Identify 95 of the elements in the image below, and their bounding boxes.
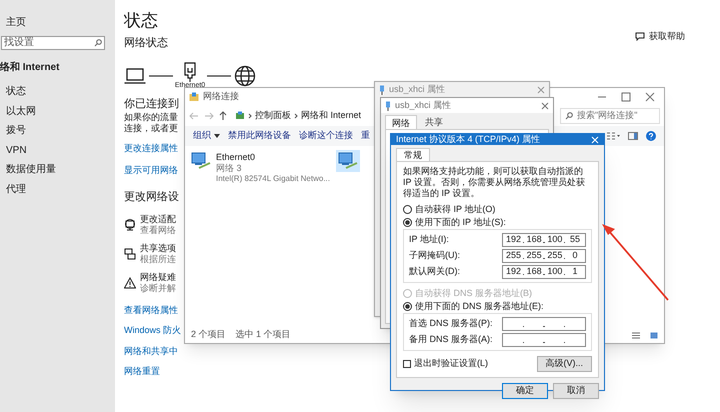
field-label: 子网掩码(U): — [409, 249, 460, 262]
connection-line — [207, 74, 231, 78]
maximize-icon[interactable] — [621, 92, 631, 102]
window-title: usb_xhci 属性 — [389, 84, 446, 95]
network-adapter-item[interactable]: Ethernet0 网络 3 Intel(R) 82574L Gigabit Netwo... — [189, 150, 332, 186]
help-icon[interactable] — [646, 131, 656, 141]
status-text: 2 个项目 — [191, 328, 226, 342]
section-title: 网络状态 — [124, 36, 168, 51]
option-title[interactable]: 共享选项 — [140, 242, 176, 254]
address-bar[interactable]: 控制面板 网络和 Internet — [232, 108, 364, 124]
preview-pane-icon[interactable] — [628, 132, 638, 140]
breadcrumb-item[interactable]: 控制面板 — [255, 109, 291, 123]
close-icon[interactable] — [537, 86, 545, 94]
ip-address-field[interactable] — [502, 317, 586, 331]
page-title: 状态 — [124, 11, 158, 31]
link[interactable]: 更改连接属性 — [124, 142, 178, 156]
adapter-name: Ethernet0 — [216, 152, 256, 163]
window-title: 网络连接 — [203, 90, 239, 104]
ip-address-field[interactable]: 192 168 100 55 — [502, 233, 586, 247]
ok-button[interactable]: 确定 — [502, 383, 548, 399]
close-icon[interactable] — [541, 102, 549, 110]
chevron-right-icon — [294, 113, 298, 119]
details-view-icon[interactable] — [632, 332, 640, 338]
chevron-right-icon — [248, 113, 252, 119]
sidebar-item[interactable]: VPN — [0, 140, 27, 160]
option-title[interactable]: 网络疑难 — [140, 272, 176, 282]
sidebar-item[interactable]: 状态 — [0, 82, 26, 102]
status-text: 选中 1 个项目 — [236, 328, 291, 342]
toolbar-button[interactable]: 重 — [361, 129, 370, 143]
toolbar-button[interactable]: 诊断这个连接 — [299, 129, 353, 143]
ip-address-field[interactable]: 192 168 100 1 — [502, 265, 586, 279]
advanced-button[interactable]: 高级(V)... — [536, 356, 592, 372]
link[interactable]: 显示可用网络 — [124, 164, 178, 177]
dialog-title: Internet 协议版本 4 (TCP/IPv4) 属性 — [396, 134, 540, 145]
ethernet-port-icon — [184, 62, 196, 82]
description-text: 如果你的流量 — [124, 112, 178, 123]
ip-address-field[interactable]: 255 255 255 0 — [502, 249, 586, 263]
radio-button[interactable]: 使用下面的 DNS 服务器地址(E): — [403, 300, 544, 313]
tab[interactable]: 共享 — [419, 115, 449, 129]
close-icon[interactable] — [645, 92, 655, 102]
checkbox[interactable]: 退出时验证设置(L) — [403, 357, 488, 371]
adapter-network: 网络 3 — [216, 163, 242, 174]
view-options-icon[interactable] — [606, 132, 620, 140]
search-field[interactable]: 找设置 — [1, 36, 105, 50]
sidebar-item[interactable]: 数据使用量 — [0, 160, 56, 180]
description-text: 如果网络支持此功能，则可以获取自动指派的 IP 设置。否则，你需要从网络系统管理员处获得适当的 IP 设置。 — [403, 166, 586, 199]
radio-button[interactable]: 自动获得 IP 地址(O) — [403, 203, 496, 216]
link[interactable]: 获取帮助 — [649, 30, 685, 44]
option-title[interactable]: 更改适配 — [140, 214, 176, 224]
control-panel-icon — [235, 111, 245, 121]
troubleshoot-icon — [124, 276, 136, 288]
network-adapter-item[interactable] — [336, 150, 360, 172]
toolbar-button[interactable]: 组织 — [193, 129, 220, 143]
link[interactable]: 网络和共享中 — [124, 344, 178, 358]
field-label: 默认网关(D): — [409, 265, 460, 278]
up-arrow-icon[interactable] — [219, 111, 227, 121]
section-title: 络和 Internet — [0, 60, 60, 75]
field-label: IP 地址(I): — [409, 233, 449, 246]
network-folder-icon — [189, 92, 199, 102]
sidebar-item[interactable]: 主页 — [0, 14, 26, 32]
link[interactable]: 网络重置 — [124, 365, 160, 378]
caret-icon — [214, 134, 220, 138]
window-title: usb_xhci 属性 — [395, 100, 452, 111]
option-description: 根据所连 — [140, 254, 176, 264]
description-text: 连接，或者更 — [124, 123, 178, 134]
connection-line — [149, 74, 173, 78]
section-heading: 更改网络设 — [124, 190, 179, 205]
link[interactable]: Windows 防火 — [124, 324, 182, 338]
sidebar-item[interactable]: 代理 — [0, 180, 26, 199]
chat-bubble-icon — [635, 32, 645, 42]
sidebar-item[interactable]: 以太网 — [0, 102, 36, 121]
adapter-icon — [124, 218, 136, 230]
sidebar-item[interactable]: 拨号 — [0, 121, 26, 140]
tab[interactable]: 常规 — [396, 148, 430, 161]
breadcrumb-item[interactable]: 网络和 Internet — [301, 109, 362, 123]
option-description: 查看网络 — [140, 224, 176, 236]
tab[interactable]: 网络 — [385, 115, 417, 129]
field-label: 备用 DNS 服务器(A): — [409, 333, 493, 346]
adapter-device: Intel(R) 82574L Gigabit Netwo... — [216, 174, 330, 184]
laptop-icon — [124, 68, 146, 84]
ip-address-field[interactable] — [502, 333, 586, 347]
toolbar-button[interactable]: 禁用此网络设备 — [228, 129, 291, 143]
option-description: 诊断并解 — [140, 282, 176, 294]
search-icon — [565, 112, 573, 120]
radio-button[interactable]: 使用下面的 IP 地址(S): — [403, 216, 506, 229]
search-field[interactable]: 搜索"网络连接" — [560, 108, 660, 124]
globe-icon — [234, 64, 256, 86]
checkbox-icon — [403, 360, 411, 368]
link[interactable]: 查看网络属性 — [124, 304, 178, 317]
sharing-icon — [124, 248, 136, 260]
field-label: 首选 DNS 服务器(P): — [409, 317, 493, 330]
section-heading: 你已连接到 — [124, 96, 179, 112]
search-icon — [94, 39, 102, 47]
large-icons-view-icon[interactable] — [650, 332, 658, 338]
cancel-button[interactable]: 取消 — [553, 383, 599, 399]
